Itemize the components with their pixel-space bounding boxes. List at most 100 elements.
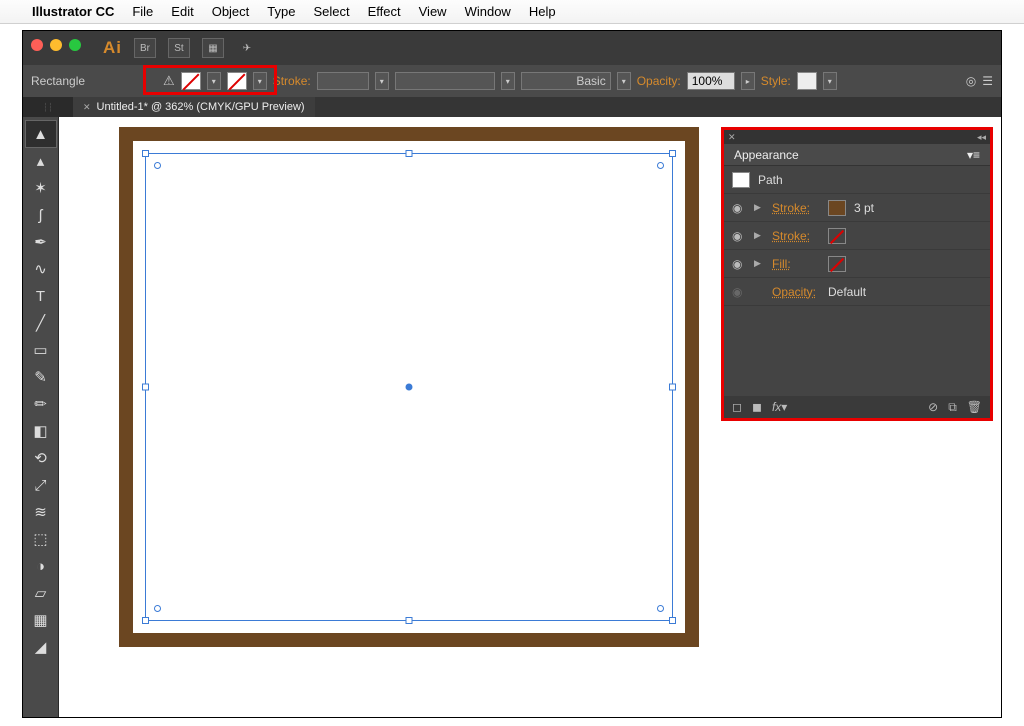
mesh-tool[interactable]: ▦: [26, 607, 56, 633]
pencil-tool[interactable]: ✏: [26, 391, 56, 417]
stroke-weight-value[interactable]: 3 pt: [854, 201, 874, 215]
arrange-documents-button[interactable]: ▦: [202, 38, 224, 58]
preferences-icon[interactable]: ☰: [982, 74, 993, 88]
menu-effect[interactable]: Effect: [368, 4, 401, 19]
lasso-tool[interactable]: ʃ: [26, 202, 56, 228]
expand-icon[interactable]: ▶: [754, 202, 764, 213]
close-icon[interactable]: [31, 39, 43, 51]
panel-menu-icon[interactable]: ▾≡: [967, 148, 980, 162]
appearance-object-row[interactable]: Path: [724, 166, 990, 194]
bridge-button[interactable]: Br: [134, 38, 156, 58]
panel-titlebar[interactable]: ✕ ◂◂: [724, 130, 990, 144]
expand-icon[interactable]: ▶: [754, 230, 764, 241]
stroke-swatch[interactable]: [227, 72, 247, 90]
visibility-icon[interactable]: ◉: [732, 229, 746, 243]
selection-tool[interactable]: ▲: [26, 121, 56, 147]
app-window: Ai Br St ▦ ✈ Rectangle ⚠ ▾ ▾ Stroke: ▾ ▾…: [22, 30, 1002, 718]
menu-edit[interactable]: Edit: [171, 4, 193, 19]
perspective-tool[interactable]: ▱: [26, 580, 56, 606]
visibility-icon[interactable]: ◉: [732, 201, 746, 215]
center-point-icon: [406, 384, 413, 391]
gpu-icon[interactable]: ✈: [236, 38, 258, 58]
appearance-opacity-row[interactable]: ◉ Opacity: Default: [724, 278, 990, 306]
menu-object[interactable]: Object: [212, 4, 250, 19]
illustrator-logo: Ai: [103, 38, 122, 58]
document-tab[interactable]: ✕ Untitled-1* @ 362% (CMYK/GPU Preview): [73, 97, 315, 117]
stock-button[interactable]: St: [168, 38, 190, 58]
rotate-tool[interactable]: ⟲: [26, 445, 56, 471]
vsp-dropdown[interactable]: ▾: [501, 72, 515, 90]
tab-close-icon[interactable]: ✕: [83, 102, 91, 113]
new-fill-icon[interactable]: ◼: [752, 400, 762, 414]
paintbrush-tool[interactable]: ✎: [26, 364, 56, 390]
visibility-icon[interactable]: ◉: [732, 257, 746, 271]
menubar-appname[interactable]: Illustrator CC: [32, 4, 114, 19]
app-bar: Ai Br St ▦ ✈: [23, 31, 1001, 65]
curvature-tool[interactable]: ∿: [26, 256, 56, 282]
direct-selection-tool[interactable]: ▴: [26, 148, 56, 174]
clear-icon[interactable]: ⊘: [928, 400, 938, 415]
appearance-fill-row[interactable]: ◉ ▶ Fill:: [724, 250, 990, 278]
zoom-icon[interactable]: [69, 39, 81, 51]
artboard-rectangle[interactable]: [119, 127, 699, 647]
stroke-color-swatch[interactable]: [828, 228, 846, 244]
style-dropdown[interactable]: ▾: [823, 72, 837, 90]
fill-color-swatch[interactable]: [828, 256, 846, 272]
magic-wand-tool[interactable]: ✶: [26, 175, 56, 201]
type-tool[interactable]: T: [26, 283, 56, 309]
rectangle-tool[interactable]: ▭: [26, 337, 56, 363]
opacity-value[interactable]: Default: [828, 285, 866, 299]
menu-select[interactable]: Select: [313, 4, 349, 19]
trash-icon[interactable]: 🗑: [967, 400, 982, 415]
panel-handle[interactable]: ┆┆: [23, 97, 73, 117]
fill-swatch[interactable]: [181, 72, 201, 90]
style-label[interactable]: Style:: [761, 74, 791, 88]
stroke-dropdown[interactable]: ▾: [253, 72, 267, 90]
mac-menubar: Illustrator CC File Edit Object Type Sel…: [0, 0, 1024, 24]
width-tool[interactable]: ≋: [26, 499, 56, 525]
menu-type[interactable]: Type: [267, 4, 295, 19]
menu-view[interactable]: View: [419, 4, 447, 19]
stroke-weight-field[interactable]: [317, 72, 369, 90]
selection-bounds: [145, 153, 673, 621]
panel-close-icon[interactable]: ✕: [728, 132, 736, 143]
gradient-tool[interactable]: ◢: [26, 634, 56, 660]
visibility-icon[interactable]: ◉: [732, 285, 746, 299]
panel-collapse-icon[interactable]: ◂◂: [977, 132, 986, 143]
line-tool[interactable]: ╱: [26, 310, 56, 336]
pen-tool[interactable]: ✒: [26, 229, 56, 255]
eraser-tool[interactable]: ◧: [26, 418, 56, 444]
minimize-icon[interactable]: [50, 39, 62, 51]
opacity-field[interactable]: 100%: [687, 72, 735, 90]
duplicate-icon[interactable]: ⧉: [948, 400, 957, 415]
opacity-dropdown[interactable]: ▸: [741, 72, 755, 90]
document-setup-icon[interactable]: ◎: [966, 74, 976, 88]
tab-title: Untitled-1* @ 362% (CMYK/GPU Preview): [97, 101, 305, 113]
selection-type: Rectangle: [31, 74, 85, 88]
appearance-stroke-row-2[interactable]: ◉ ▶ Stroke:: [724, 222, 990, 250]
new-stroke-icon[interactable]: ◻: [732, 400, 742, 414]
shape-builder-tool[interactable]: ◑: [26, 553, 56, 579]
stroke-weight-dropdown[interactable]: ▾: [375, 72, 389, 90]
panel-empty-area: [724, 306, 990, 396]
tools-panel: ▲ ▴ ✶ ʃ ✒ ∿ T ╱ ▭ ✎ ✏ ◧ ⟲ ⤢ ≋ ⬚ ◑ ▱ ▦ ◢: [23, 117, 59, 717]
free-transform-tool[interactable]: ⬚: [26, 526, 56, 552]
menu-file[interactable]: File: [132, 4, 153, 19]
add-effect-icon[interactable]: fx▾: [772, 400, 787, 414]
brush-dropdown[interactable]: ▾: [617, 72, 631, 90]
object-thumb-icon: [732, 172, 750, 188]
expand-icon[interactable]: ▶: [754, 258, 764, 269]
style-swatch[interactable]: [797, 72, 817, 90]
opacity-label[interactable]: Opacity:: [637, 74, 681, 88]
vsp-field[interactable]: [395, 72, 495, 90]
appearance-tab[interactable]: Appearance: [734, 148, 799, 162]
menu-window[interactable]: Window: [465, 4, 511, 19]
brush-field[interactable]: Basic: [521, 72, 611, 90]
stroke-label[interactable]: Stroke:: [273, 74, 311, 88]
appearance-stroke-row-1[interactable]: ◉ ▶ Stroke: 3 pt: [724, 194, 990, 222]
menu-help[interactable]: Help: [529, 4, 556, 19]
fill-dropdown[interactable]: ▾: [207, 72, 221, 90]
scale-tool[interactable]: ⤢: [26, 472, 56, 498]
stroke-color-swatch[interactable]: [828, 200, 846, 216]
panel-footer: ◻ ◼ fx▾ ⊘ ⧉ 🗑: [724, 396, 990, 418]
